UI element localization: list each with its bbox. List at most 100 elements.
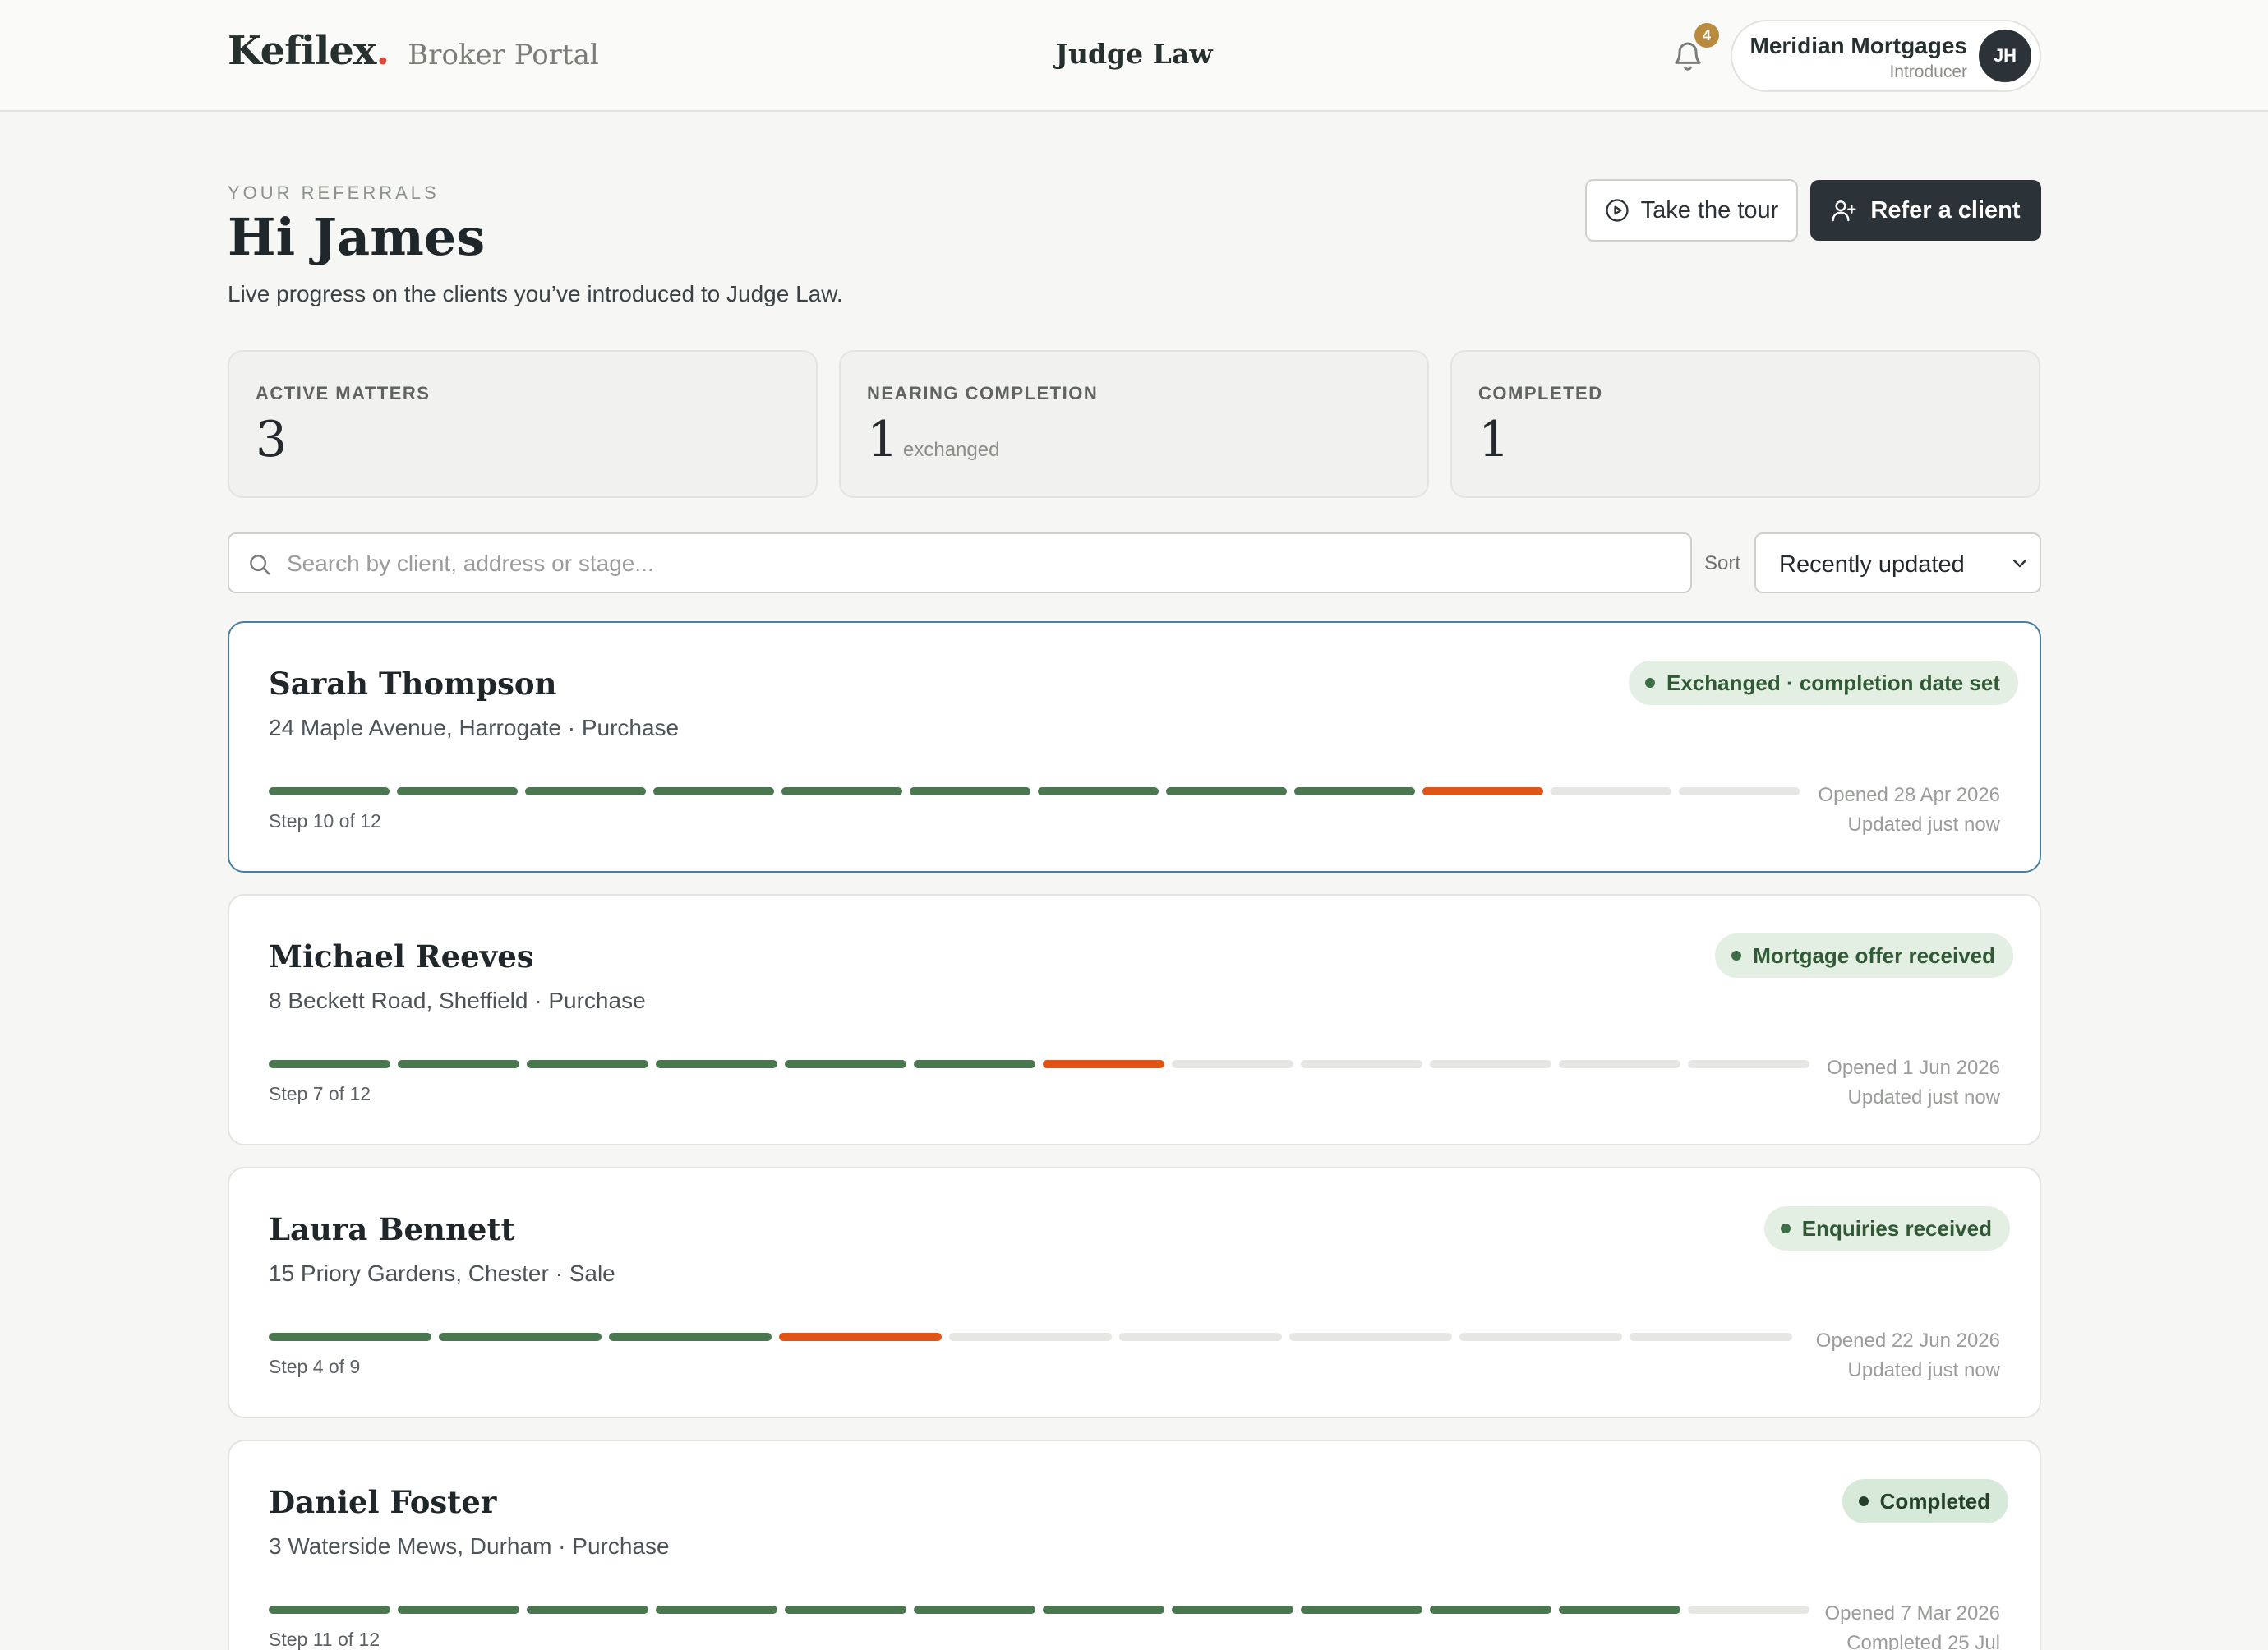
progress-step: [1294, 787, 1415, 795]
step-count: Step 4 of 9: [269, 1356, 361, 1377]
progress-step: [656, 1060, 777, 1068]
status-dot: [1780, 1224, 1791, 1233]
page-subtitle: Live progress on the clients you’ve intr…: [228, 281, 843, 306]
brand-name: Kefilex: [228, 28, 376, 74]
search-icon: [250, 555, 270, 575]
progress-step: [1630, 1333, 1792, 1341]
progress-step: [779, 1333, 942, 1341]
progress-step: [949, 1333, 1112, 1341]
client-name: Laura Bennett: [269, 1211, 515, 1247]
progress-step: [398, 1606, 519, 1614]
take-tour-button[interactable]: Take the tour: [1585, 179, 1798, 242]
progress-step: [1559, 1060, 1680, 1068]
avatar: JH: [1979, 30, 2031, 82]
account-role: Introducer: [1889, 62, 1967, 81]
progress-step: [656, 1606, 777, 1614]
stat-completed: COMPLETED 1: [1450, 350, 2040, 498]
account-menu[interactable]: Meridian Mortgages Introducer JH: [1731, 20, 2041, 92]
stat-label: COMPLETED: [1478, 383, 1603, 403]
refer-client-button[interactable]: Refer a client: [1810, 180, 2041, 241]
progress-step: [914, 1606, 1035, 1614]
progress-step: [781, 787, 902, 795]
brand-logo[interactable]: Kefilex . Broker Portal: [228, 28, 599, 74]
property-line: 24 Maple Avenue, Harrogate · Purchase: [269, 715, 680, 740]
stat-label: NEARING COMPLETION: [867, 383, 1099, 403]
progress-step: [1551, 787, 1671, 795]
progress-track: [269, 1060, 1809, 1068]
progress-step: [1430, 1606, 1551, 1614]
property-line: 8 Beckett Road, Sheffield · Purchase: [269, 988, 646, 1013]
progress-step: [269, 1606, 390, 1614]
progress-track: [269, 1333, 1792, 1341]
stat-value: 1: [1478, 411, 1510, 468]
referral-card[interactable]: Sarah Thompson 24 Maple Avenue, Harrogat…: [228, 621, 2041, 873]
progress-step: [1688, 1060, 1809, 1068]
progress-step: [785, 1060, 906, 1068]
status-text: Enquiries received: [1801, 1215, 1992, 1241]
stat-active-matters: ACTIVE MATTERS 3: [228, 350, 818, 498]
account-name: Meridian Mortgages: [1749, 33, 1967, 58]
chevron-down-icon: [2012, 559, 2027, 568]
matter-type: Purchase: [548, 988, 646, 1013]
referral-card[interactable]: Michael Reeves 8 Beckett Road, Sheffield…: [228, 894, 2041, 1145]
status-dot: [1645, 678, 1656, 688]
step-count: Step 7 of 12: [269, 1083, 371, 1104]
progress-step: [269, 1060, 390, 1068]
progress-step: [1172, 1060, 1293, 1068]
property-address: 24 Maple Avenue, Harrogate: [269, 715, 561, 740]
progress-step: [439, 1333, 602, 1341]
sort-label: Sort: [1704, 552, 1741, 574]
top-nav: Kefilex . Broker Portal Judge Law 4 Meri…: [0, 0, 2268, 112]
search-input[interactable]: [287, 544, 1676, 583]
matter-dates: Opened 22 Jun 2026 Updated just now: [1816, 1326, 2000, 1385]
step-count: Step 11 of 12: [269, 1629, 380, 1650]
progress-step: [653, 787, 774, 795]
status-text: Exchanged · completion date set: [1666, 670, 2000, 695]
sort-select[interactable]: Recently updated: [1754, 532, 2041, 593]
notification-badge: 4: [1694, 23, 1719, 48]
progress-step: [397, 787, 518, 795]
status-dot: [1731, 951, 1742, 961]
stat-nearing-completion: NEARING COMPLETION 1 exchanged: [839, 350, 1429, 498]
progress-step: [1301, 1060, 1422, 1068]
progress-step: [1172, 1606, 1293, 1614]
property-address: 3 Waterside Mews, Durham: [269, 1533, 552, 1559]
updated-time: Updated just now: [1847, 813, 2000, 836]
progress-step: [609, 1333, 772, 1341]
referral-card[interactable]: Daniel Foster 3 Waterside Mews, Durham ·…: [228, 1440, 2041, 1650]
property-line: 15 Priory Gardens, Chester · Sale: [269, 1261, 615, 1286]
user-plus-icon: [1832, 200, 1856, 222]
refer-client-label: Refer a client: [1870, 196, 2021, 224]
progress-track: [269, 787, 1800, 795]
status-badge: Mortgage offer received: [1715, 933, 2013, 978]
stat-note: exchanged: [903, 439, 1000, 461]
referral-card[interactable]: Laura Bennett 15 Priory Gardens, Chester…: [228, 1167, 2041, 1418]
progress-step: [525, 787, 646, 795]
search-box[interactable]: [228, 532, 1692, 593]
status-text: Completed: [1879, 1488, 1990, 1514]
client-name: Daniel Foster: [269, 1484, 497, 1520]
opened-date: Opened 28 Apr 2026: [1818, 784, 2000, 806]
progress-step: [527, 1060, 648, 1068]
opened-date: Opened 7 Mar 2026: [1824, 1602, 2000, 1625]
progress-step: [398, 1060, 519, 1068]
portal-name: Broker Portal: [408, 39, 599, 71]
progress-step: [1679, 787, 1800, 795]
matter-dates: Opened 1 Jun 2026 Updated just now: [1827, 1053, 2000, 1113]
progress-step: [1043, 1060, 1164, 1068]
progress-step: [1043, 1606, 1164, 1614]
status-badge: Exchanged · completion date set: [1629, 661, 2018, 705]
brand-dot: .: [376, 28, 390, 74]
step-count: Step 10 of 12: [269, 810, 381, 832]
updated-time: Updated just now: [1847, 1086, 2000, 1108]
progress-step: [1422, 787, 1543, 795]
stat-value: 1: [867, 411, 899, 468]
property-address: 15 Priory Gardens, Chester: [269, 1261, 549, 1286]
status-dot: [1858, 1496, 1869, 1506]
progress-step: [527, 1606, 648, 1614]
firm-name: Judge Law: [1055, 38, 1213, 70]
progress-step: [1166, 787, 1287, 795]
progress-step: [1289, 1333, 1452, 1341]
play-circle-icon: [1606, 199, 1629, 222]
status-badge: Completed: [1842, 1479, 2008, 1523]
